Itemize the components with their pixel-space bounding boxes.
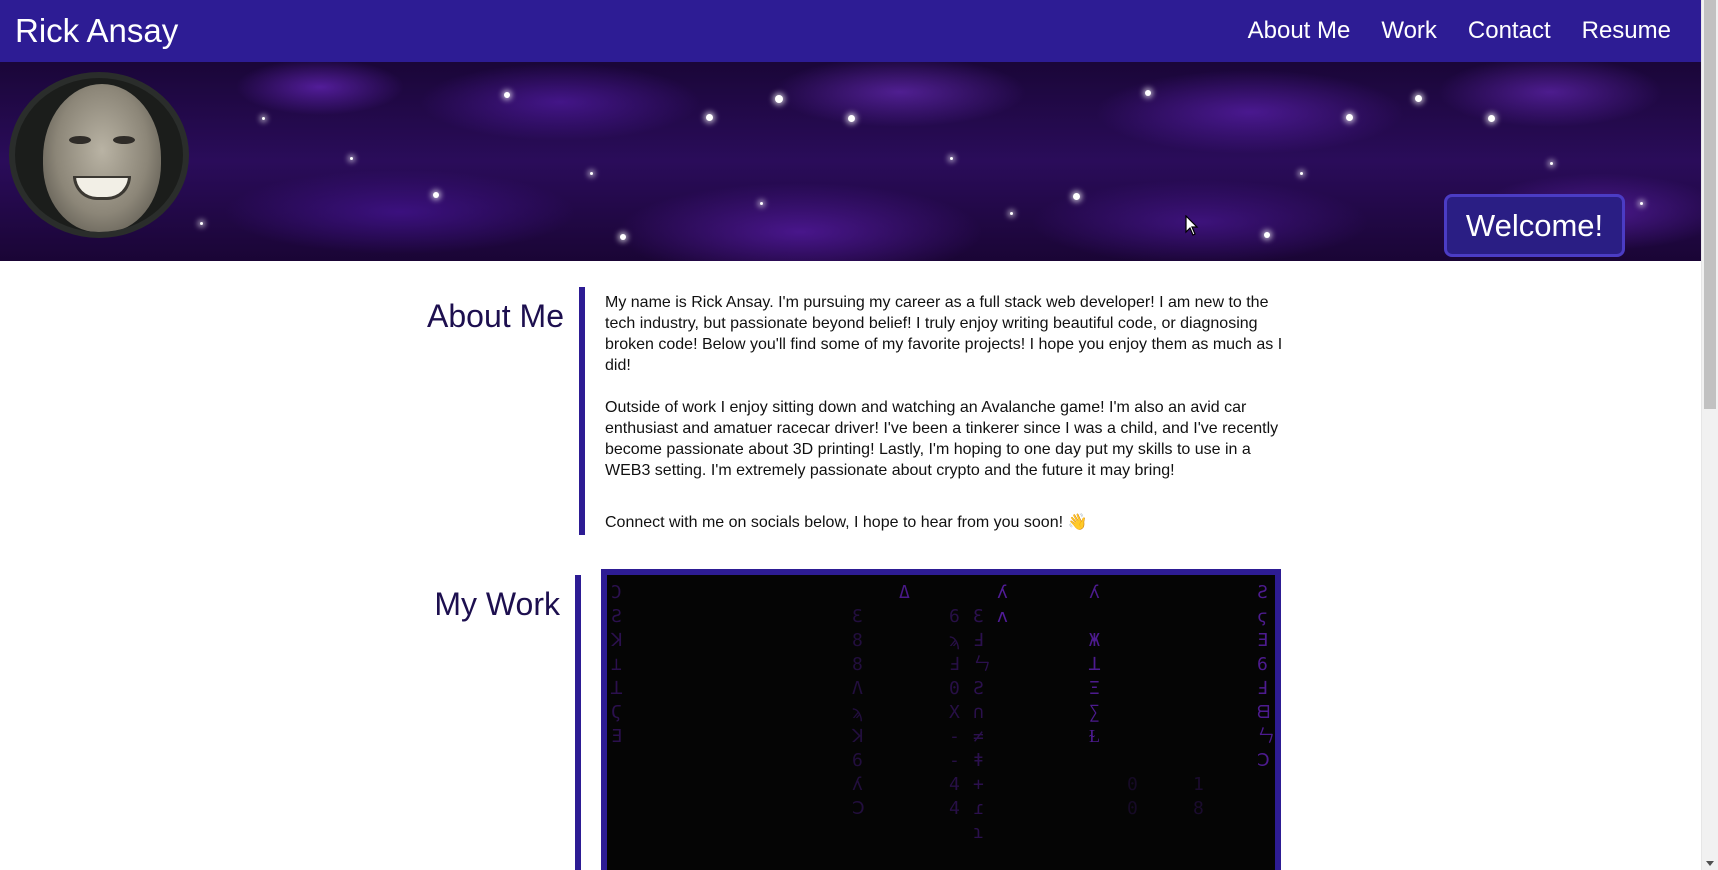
star [950, 157, 953, 160]
matrix-rain-column: ʎʌ [997, 582, 1008, 627]
about-paragraph: My name is Rick Ansay. I'm pursuing my c… [605, 294, 1283, 374]
star [620, 234, 626, 240]
nav-link-resume[interactable]: Resume [1582, 17, 1671, 45]
star [262, 117, 265, 120]
avatar-eye [69, 136, 91, 144]
star [1300, 172, 1303, 175]
matrix-rain-column: Ɔ Ƨ ꓘ ⊥ ꓕ Ϛ Ǝ [611, 582, 623, 747]
vertical-scrollbar[interactable] [1701, 0, 1718, 870]
nav-links: About Me Work Contact Resume [1248, 17, 1671, 45]
nav-link-about-me[interactable]: About Me [1248, 17, 1351, 45]
page: Rick Ansay About Me Work Contact Resume [0, 0, 1701, 870]
matrix-rain-column: 18 [1193, 774, 1204, 819]
navbar: Rick Ansay About Me Work Contact Resume [0, 0, 1701, 62]
star [1488, 115, 1495, 122]
star [1073, 193, 1080, 200]
work-heading: My Work [434, 586, 560, 622]
star [1415, 95, 1422, 102]
star [433, 192, 439, 198]
matrix-rain-column: 6ϡℲ0X--44 [949, 606, 960, 819]
star [760, 202, 763, 205]
star [775, 95, 783, 103]
matrix-rain-column: ƧϛƎ6ℲᗺㄣↃ [1257, 582, 1275, 771]
avatar-smile [73, 176, 131, 200]
star [1145, 90, 1151, 96]
avatar-eye [113, 136, 135, 144]
star [1640, 202, 1643, 205]
welcome-badge: Welcome! [1444, 194, 1625, 257]
star [1010, 212, 1013, 215]
star [706, 114, 713, 121]
scroll-down-arrow-icon[interactable] [1706, 861, 1714, 866]
avatar-face [43, 84, 161, 232]
about-paragraph: Outside of work I enjoy sitting down and… [605, 399, 1279, 479]
profile-avatar [9, 72, 189, 238]
star [590, 172, 593, 175]
star [350, 157, 353, 160]
work-project-preview[interactable]: Ɔ Ƨ ꓘ ⊥ ꓕ Ϛ Ǝ Ɛ88Λϡꓘ6ʎↃ Δ 6ϡℲ0X--44 Ɛ Ⅎ ㄣ Ƨ ∩ ≠ ǂ + ɾ ɿ… [601, 569, 1281, 870]
connect-text: Connect with me on socials below, I hope… [605, 514, 1088, 531]
star [504, 92, 510, 98]
matrix-rain-column: 00 [1127, 774, 1138, 819]
matrix-rain-column: Ɛ Ⅎ ㄣ Ƨ ∩ ≠ ǂ + ɾ ɿ [973, 606, 991, 843]
star [1264, 232, 1270, 238]
about-text: My name is Rick Ansay. I'm pursuing my c… [605, 292, 1285, 554]
star [848, 115, 855, 122]
star [200, 222, 203, 225]
nav-link-contact[interactable]: Contact [1468, 17, 1551, 45]
scrollbar-thumb[interactable] [1704, 0, 1716, 409]
star [1550, 162, 1553, 165]
matrix-rain-column: Δ [899, 582, 910, 603]
star [1346, 114, 1353, 121]
about-divider [579, 287, 585, 535]
site-brand[interactable]: Rick Ansay [15, 12, 178, 50]
mouse-pointer-icon [1185, 215, 1199, 236]
matrix-rain-column: ʎ Ж ꓕ Ξ ∑ Ɫ [1089, 582, 1100, 747]
about-heading: About Me [427, 298, 564, 334]
nav-link-work[interactable]: Work [1381, 17, 1437, 45]
work-divider [575, 575, 581, 870]
matrix-rain-column: Ɛ88Λϡꓘ6ʎↃ [852, 606, 865, 819]
